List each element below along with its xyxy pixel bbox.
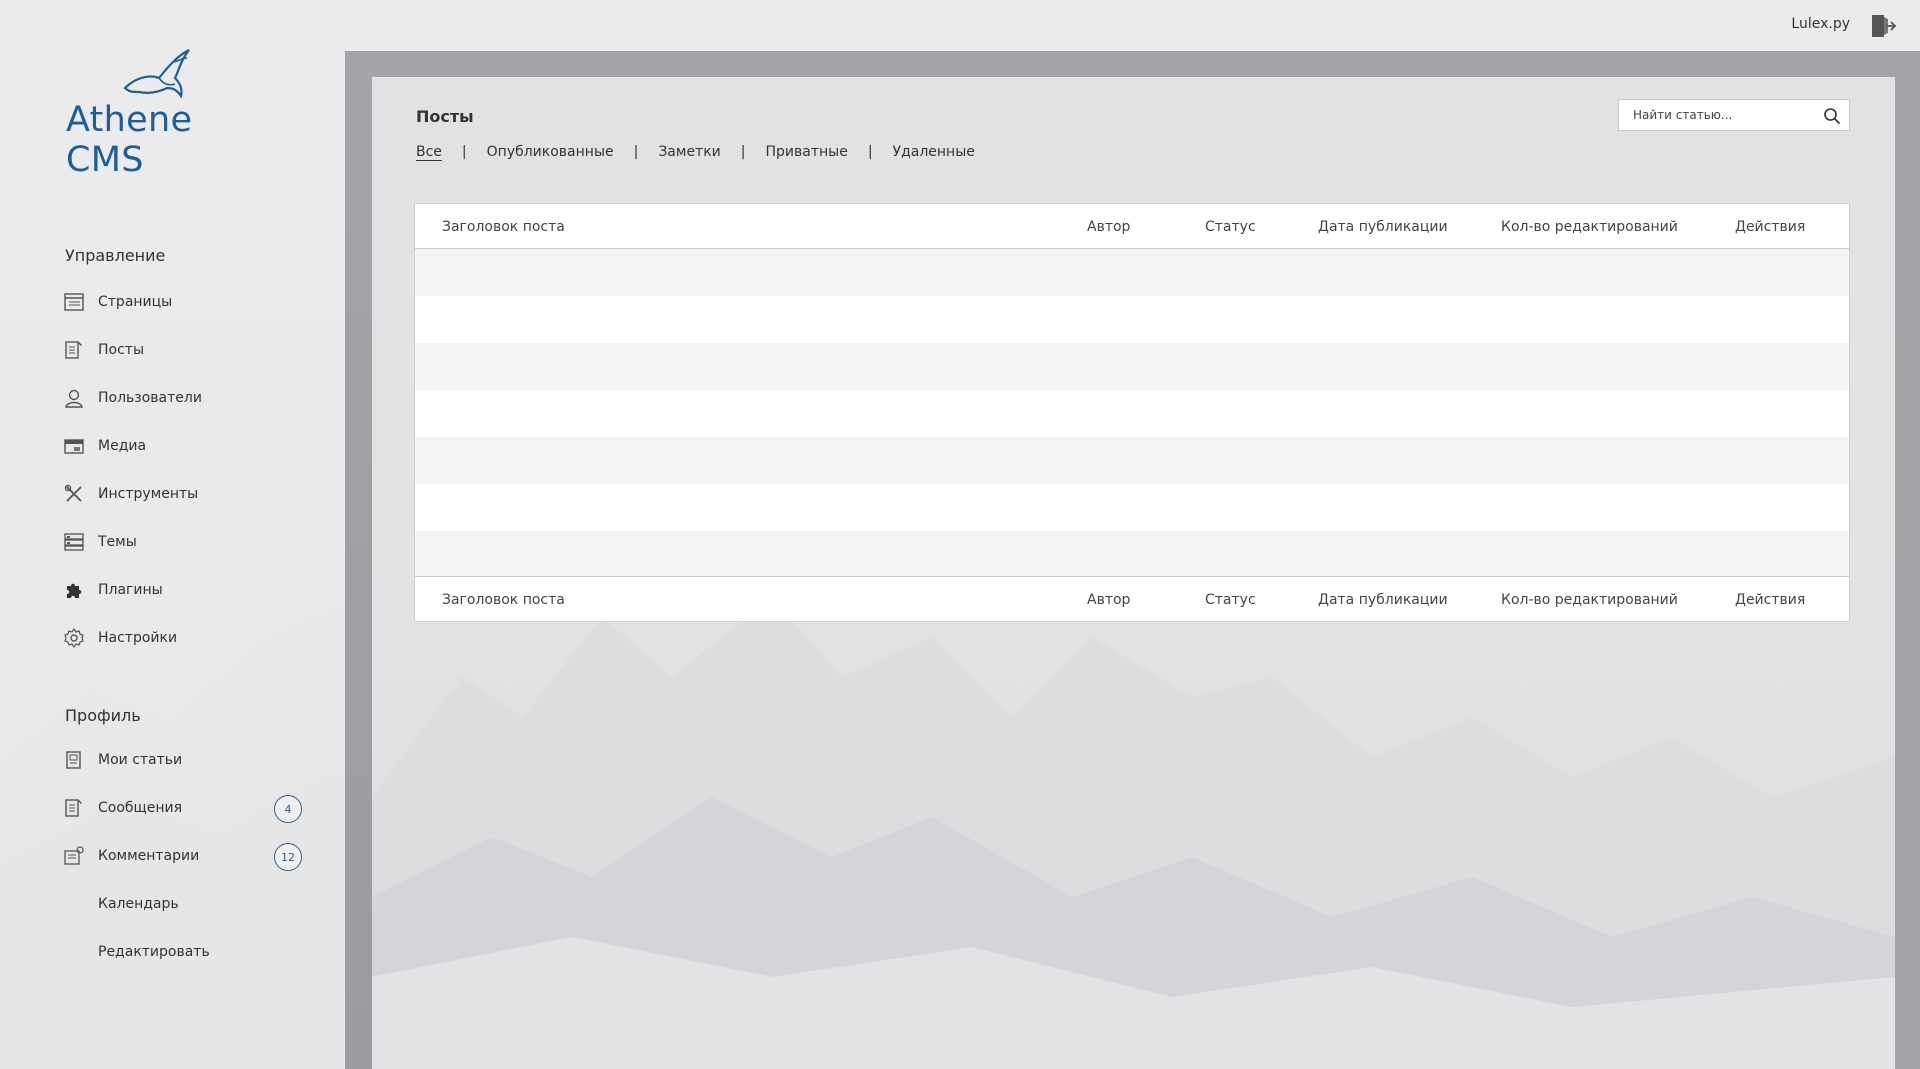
gear-icon — [64, 628, 84, 648]
filter-separator: | — [461, 144, 467, 160]
sidebar-item-my-articles[interactable]: Мои статьи — [64, 746, 314, 774]
sidebar-item-tools[interactable]: Инструменты — [64, 480, 314, 508]
table-footer: Заголовок поста Автор Статус Дата публик… — [415, 576, 1849, 621]
table-row — [415, 484, 1849, 531]
section-management-title: Управление — [65, 246, 166, 265]
sidebar-item-calendar[interactable]: Календарь — [98, 890, 348, 918]
table-header: Заголовок поста Автор Статус Дата публик… — [415, 204, 1849, 249]
table-body — [415, 249, 1849, 578]
column-header-title[interactable]: Заголовок поста — [442, 219, 565, 235]
logout-icon[interactable] — [1870, 13, 1897, 39]
sidebar-item-label: Страницы — [98, 294, 173, 310]
filter-published[interactable]: Опубликованные — [487, 144, 614, 160]
table-row — [415, 390, 1849, 437]
column-header-status[interactable]: Статус — [1205, 219, 1256, 235]
column-footer-publish-date[interactable]: Дата публикации — [1318, 592, 1448, 608]
filter-all[interactable]: Все — [416, 144, 442, 160]
sidebar-item-label: Пользователи — [98, 390, 202, 406]
sidebar-item-label: Плагины — [98, 582, 163, 598]
section-profile-title: Профиль — [65, 706, 141, 725]
column-footer-actions[interactable]: Действия — [1735, 592, 1805, 608]
sidebar-item-label: Комментарии — [98, 848, 200, 864]
sidebar-item-label: Посты — [98, 342, 144, 358]
column-header-author[interactable]: Автор — [1087, 219, 1130, 235]
column-footer-status[interactable]: Статус — [1205, 592, 1256, 608]
search-icon[interactable] — [1823, 107, 1841, 125]
sidebar-item-label: Медиа — [98, 438, 147, 454]
articles-icon — [64, 750, 84, 770]
messages-count-badge: 4 — [274, 795, 302, 823]
sidebar-item-posts[interactable]: Посты — [64, 336, 314, 364]
table-row — [415, 296, 1849, 343]
content-frame-edge — [1895, 51, 1920, 1069]
brand-name: Athene CMS — [66, 100, 193, 180]
column-header-edit-count[interactable]: Кол-во редактирований — [1501, 219, 1678, 235]
sidebar: Athene CMS Управление Страницы Посты Пол… — [0, 0, 345, 1069]
sidebar-item-label: Редактировать — [98, 944, 210, 960]
user-icon — [64, 388, 84, 408]
post-filter-tabs: Все | Опубликованные | Заметки | Приватн… — [416, 144, 975, 160]
filter-deleted[interactable]: Удаленные — [893, 144, 975, 160]
posts-table: Заголовок поста Автор Статус Дата публик… — [414, 203, 1850, 622]
comments-icon — [64, 846, 84, 866]
sidebar-item-users[interactable]: Пользователи — [64, 384, 314, 412]
filter-notes[interactable]: Заметки — [658, 144, 720, 160]
column-header-publish-date[interactable]: Дата публикации — [1318, 219, 1448, 235]
sidebar-item-themes[interactable]: Темы — [64, 528, 314, 556]
table-row — [415, 343, 1849, 390]
current-username[interactable]: Lulex.py — [1791, 16, 1850, 32]
table-row — [415, 531, 1849, 578]
sidebar-item-label: Настройки — [98, 630, 178, 646]
top-bar: Lulex.py — [345, 0, 1920, 51]
tools-icon — [64, 484, 84, 504]
column-footer-title[interactable]: Заголовок поста — [442, 592, 565, 608]
search-input[interactable] — [1619, 100, 1814, 130]
filter-separator: | — [867, 144, 873, 160]
column-footer-edit-count[interactable]: Кол-во редактирований — [1501, 592, 1678, 608]
messages-icon — [64, 798, 84, 818]
sidebar-item-media[interactable]: Медиа — [64, 432, 314, 460]
table-row — [415, 249, 1849, 296]
sidebar-item-label: Сообщения — [98, 800, 183, 816]
eagle-logo-icon — [123, 49, 190, 99]
logo[interactable]: Athene CMS — [64, 48, 274, 180]
comments-count-badge: 12 — [274, 843, 302, 871]
filter-separator: | — [633, 144, 639, 160]
sidebar-item-label: Темы — [98, 534, 137, 550]
sidebar-item-pages[interactable]: Страницы — [64, 288, 314, 316]
column-header-actions[interactable]: Действия — [1735, 219, 1805, 235]
page-title: Посты — [416, 107, 474, 126]
sidebar-item-settings[interactable]: Настройки — [64, 624, 314, 652]
table-row — [415, 437, 1849, 484]
sidebar-item-label: Мои статьи — [98, 752, 183, 768]
sidebar-item-edit-profile[interactable]: Редактировать — [98, 938, 348, 966]
main-panel: Посты Все | Опубликованные | Заметки | П… — [372, 77, 1895, 1069]
sidebar-item-label: Календарь — [98, 896, 179, 912]
sidebar-item-plugins[interactable]: Плагины — [64, 576, 314, 604]
media-icon — [64, 436, 84, 456]
pages-icon — [64, 292, 84, 312]
themes-icon — [64, 532, 84, 552]
posts-icon — [64, 340, 84, 360]
sidebar-item-label: Инструменты — [98, 486, 199, 502]
search-box — [1618, 99, 1850, 131]
filter-separator: | — [740, 144, 746, 160]
puzzle-icon — [64, 580, 84, 600]
column-footer-author[interactable]: Автор — [1087, 592, 1130, 608]
filter-private[interactable]: Приватные — [766, 144, 848, 160]
